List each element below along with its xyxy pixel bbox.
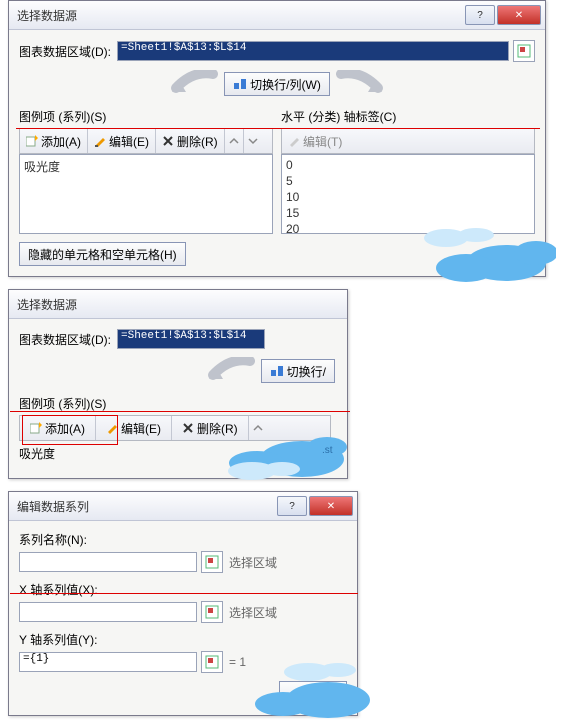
select-data-source-dialog-1: 选择数据源 ? ✕ 图表数据区域(D): =Sheet1!$A$13:$L$14…	[8, 0, 546, 277]
y-values-label: Y 轴系列值(Y):	[19, 631, 347, 648]
close-button[interactable]: ✕	[309, 496, 353, 516]
chart-range-label: 图表数据区域(D):	[19, 331, 111, 348]
range-picker-button[interactable]	[201, 551, 223, 573]
arrow-right-icon	[336, 70, 386, 98]
chart-range-input[interactable]: =Sheet1!$A$13:$L$14	[117, 41, 509, 61]
edit-series-button[interactable]: 编辑(E)	[88, 129, 156, 153]
edit-icon	[106, 422, 118, 434]
range-picker-button[interactable]	[513, 40, 535, 62]
switch-row-col-button[interactable]: 切换行/列(W)	[224, 72, 330, 96]
move-up-button[interactable]	[249, 416, 267, 440]
chevron-up-icon	[229, 136, 239, 146]
legend-label: 图例项 (系列)(S)	[19, 108, 273, 125]
move-down-button[interactable]	[244, 129, 262, 153]
titlebar: 选择数据源 ? ✕	[9, 1, 545, 30]
edit-series-dialog: 编辑数据系列 ? ✕ 系列名称(N): 选择区域 X 轴系列值(X): 选择区域…	[8, 491, 358, 716]
chart-range-label: 图表数据区域(D):	[19, 43, 111, 60]
delete-series-button[interactable]: 删除(R)	[172, 416, 249, 440]
close-button[interactable]: ✕	[497, 5, 541, 25]
delete-series-button[interactable]: 删除(R)	[156, 129, 225, 153]
range-icon	[205, 555, 219, 569]
axis-listbox[interactable]: 0 5 10 15 20	[281, 154, 535, 234]
x-hint: 选择区域	[229, 604, 277, 621]
dialog-title: 编辑数据系列	[17, 498, 275, 515]
arrow-left-icon	[168, 70, 218, 98]
legend-label: 图例项 (系列)(S)	[19, 395, 337, 412]
series-listbox[interactable]: 吸光度	[19, 154, 273, 234]
chevron-down-icon	[248, 136, 258, 146]
hidden-cells-button[interactable]: 隐藏的单元格和空单元格(H)	[19, 242, 186, 266]
series-item: 吸光度	[19, 441, 337, 462]
switch-row-col-button[interactable]: 切换行/	[261, 359, 335, 383]
axis-label: 水平 (分类) 轴标签(C)	[281, 108, 535, 125]
edit-axis-button[interactable]: 编辑(T)	[282, 129, 348, 153]
chevron-up-icon	[253, 423, 263, 433]
range-picker-button[interactable]	[201, 601, 223, 623]
chart-range-input[interactable]: =Sheet1!$A$13:$L$14	[117, 329, 265, 349]
dialog-title: 选择数据源	[17, 296, 343, 313]
legend-toolbar: 添加(A) 编辑(E) 删除(R)	[19, 415, 331, 441]
x-values-input[interactable]	[19, 602, 197, 622]
range-picker-button[interactable]	[201, 651, 223, 673]
add-icon	[26, 135, 38, 147]
range-icon	[517, 44, 531, 58]
range-icon	[205, 605, 219, 619]
help-button[interactable]: ?	[277, 496, 307, 516]
y-hint: = 1	[229, 655, 246, 669]
series-name-input[interactable]	[19, 552, 197, 572]
titlebar: 编辑数据系列 ? ✕	[9, 492, 357, 521]
add-series-button[interactable]: 添加(A)	[20, 416, 96, 440]
arrow-left-icon	[205, 357, 255, 385]
range-icon	[205, 655, 219, 669]
list-item[interactable]: 0	[286, 157, 530, 173]
x-values-label: X 轴系列值(X):	[19, 581, 347, 598]
add-icon	[30, 422, 42, 434]
edit-series-button[interactable]: 编辑(E)	[96, 416, 172, 440]
delete-icon	[182, 422, 194, 434]
dialog-title: 选择数据源	[17, 7, 463, 24]
select-data-source-dialog-2: 选择数据源 图表数据区域(D): =Sheet1!$A$13:$L$14 切换行…	[8, 289, 348, 479]
ok-button[interactable]: 确	[279, 681, 347, 705]
list-item[interactable]: 20	[286, 221, 530, 234]
move-up-button[interactable]	[225, 129, 244, 153]
name-hint: 选择区域	[229, 554, 277, 571]
help-button[interactable]: ?	[465, 5, 495, 25]
switch-icon	[270, 364, 284, 378]
titlebar: 选择数据源	[9, 290, 347, 319]
edit-icon	[94, 135, 106, 147]
axis-toolbar: 编辑(T)	[281, 128, 535, 154]
legend-toolbar: 添加(A) 编辑(E) 删除(R)	[19, 128, 273, 154]
list-item[interactable]: 5	[286, 173, 530, 189]
series-name-label: 系列名称(N):	[19, 531, 347, 548]
list-item[interactable]: 10	[286, 189, 530, 205]
list-item[interactable]: 吸光度	[24, 157, 268, 176]
list-item[interactable]: 15	[286, 205, 530, 221]
y-values-input[interactable]: ={1}	[19, 652, 197, 672]
switch-icon	[233, 77, 247, 91]
edit-icon	[288, 135, 300, 147]
add-series-button[interactable]: 添加(A)	[20, 129, 88, 153]
delete-icon	[162, 135, 174, 147]
